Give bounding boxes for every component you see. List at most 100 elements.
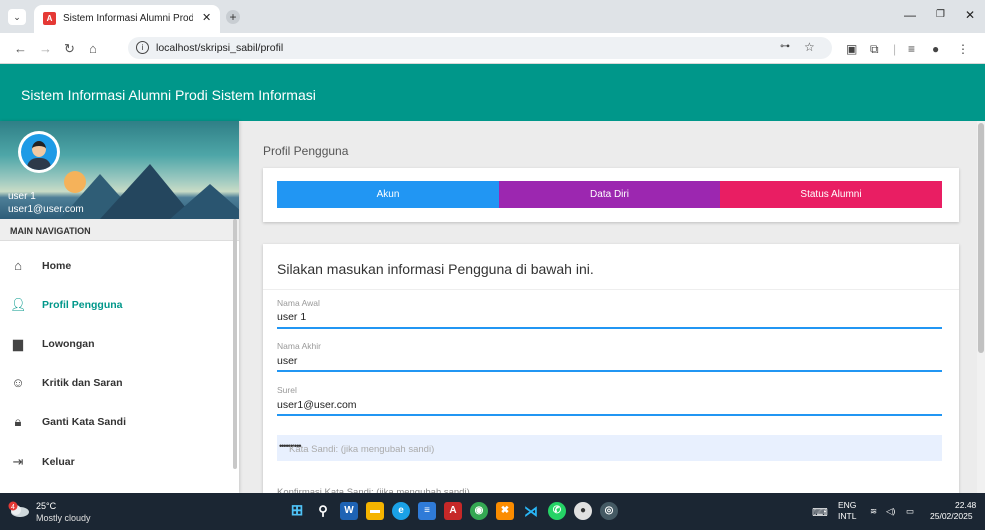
last-name-field[interactable]: user bbox=[277, 355, 297, 367]
forward-icon[interactable]: → bbox=[39, 41, 52, 56]
reading-list-icon[interactable]: ≡ bbox=[908, 42, 915, 56]
sidebar-item-keluar[interactable]: ⇥ Keluar bbox=[0, 443, 239, 481]
cloud-weather-icon[interactable]: 4 bbox=[8, 501, 30, 519]
browser-tab[interactable]: A Sistem Informasi Alumni Prodi S ✕ bbox=[34, 5, 220, 33]
email-label: Surel bbox=[277, 385, 297, 395]
minimize-icon[interactable]: — bbox=[904, 8, 916, 22]
password-key-icon[interactable]: ⊶ bbox=[780, 41, 790, 52]
battery-icon[interactable]: ▭ bbox=[906, 506, 914, 517]
app-title: Sistem Informasi Alumni Prodi Sistem Inf… bbox=[21, 87, 316, 103]
volume-icon[interactable]: ◁) bbox=[886, 506, 895, 517]
language-indicator[interactable]: ENG bbox=[838, 500, 856, 510]
first-name-underline bbox=[277, 327, 942, 329]
tab-close-button[interactable]: ✕ bbox=[202, 11, 211, 24]
password-field[interactable]: •••••••••• Kata Sandi: (jika mengubah sa… bbox=[277, 435, 942, 461]
url-text[interactable]: localhost/skripsi_sabil/profil bbox=[156, 42, 283, 54]
extension-icon[interactable]: ▣ bbox=[846, 42, 857, 56]
tablet-keyboard-icon[interactable]: ⌨ bbox=[812, 506, 828, 519]
page-scrollbar-thumb[interactable] bbox=[978, 123, 984, 353]
home-icon: ⌂ bbox=[14, 258, 22, 273]
taskbar: 4 25°C Mostly cloudy ⊞ ⚲ W ▬ e ≡ A ◉ ✖ ⋊… bbox=[0, 493, 985, 530]
weather-temperature[interactable]: 25°C bbox=[36, 501, 56, 511]
banner-mountain-decoration bbox=[170, 184, 239, 219]
reload-icon[interactable]: ↻ bbox=[64, 41, 75, 57]
file-explorer-icon[interactable]: ▬ bbox=[366, 502, 384, 520]
app-icon[interactable]: ● bbox=[574, 502, 592, 520]
email-field[interactable]: user1@user.com bbox=[277, 399, 357, 411]
profile-form-card: Silakan masukan informasi Pengguna di ba… bbox=[263, 244, 959, 504]
browser-toolbar: ← → ↻ ⌂ i localhost/skripsi_sabil/profil… bbox=[0, 33, 985, 64]
notepad-icon[interactable]: ≡ bbox=[418, 502, 436, 520]
xampp-icon[interactable]: ✖ bbox=[496, 502, 514, 520]
form-heading: Silakan masukan informasi Pengguna di ba… bbox=[277, 261, 594, 277]
weather-alert-badge: 4 bbox=[11, 504, 15, 511]
clock-time[interactable]: 22.48 bbox=[955, 500, 976, 510]
sidebar-item-kritik-dan-saran[interactable]: ☺ Kritik dan Saran bbox=[0, 364, 239, 402]
new-tab-button[interactable]: + bbox=[226, 10, 240, 24]
avatar[interactable] bbox=[18, 131, 60, 173]
email-underline bbox=[277, 414, 942, 416]
user-panel: user 1 user1@user.com bbox=[0, 121, 239, 219]
edge-browser-icon[interactable]: e bbox=[392, 502, 410, 520]
whatsapp-icon[interactable]: ✆ bbox=[548, 502, 566, 520]
back-icon[interactable]: ← bbox=[14, 41, 27, 56]
profile-icon[interactable]: ● bbox=[932, 42, 939, 56]
avatar-image bbox=[21, 134, 57, 170]
search-icon[interactable]: ⚲ bbox=[314, 502, 332, 520]
chrome-active-icon[interactable]: ◎ bbox=[600, 502, 618, 520]
last-name-underline bbox=[277, 370, 942, 372]
start-windows-icon[interactable]: ⊞ bbox=[288, 502, 306, 520]
sidebar-item-label: Ganti Kata Sandi bbox=[42, 416, 127, 428]
home-browser-icon[interactable]: ⌂ bbox=[89, 41, 97, 56]
person-icon: 👤︎ bbox=[10, 297, 27, 312]
extensions-puzzle-icon[interactable]: ⧉ bbox=[870, 42, 879, 57]
clock-date[interactable]: 25/02/2025 bbox=[930, 511, 973, 521]
form-divider bbox=[263, 289, 959, 290]
first-name-field[interactable]: user 1 bbox=[277, 311, 306, 323]
sidebar-item-profil-pengguna[interactable]: 👤︎ Profil Pengguna bbox=[0, 286, 239, 324]
tab-title: Sistem Informasi Alumni Prodi S bbox=[63, 13, 193, 24]
chrome-icon[interactable]: ◉ bbox=[470, 502, 488, 520]
access-app-icon[interactable]: A bbox=[444, 502, 462, 520]
vscode-icon[interactable]: ⋊ bbox=[522, 502, 540, 520]
window-close-icon[interactable]: ✕ bbox=[965, 8, 975, 22]
sidebar-scrollbar[interactable] bbox=[233, 219, 237, 469]
sidebar-item-home[interactable]: ⌂ Home bbox=[0, 247, 239, 285]
lock-icon: 🔒︎ bbox=[14, 414, 22, 429]
sidebar: user 1 user1@user.com MAIN NAVIGATION ⌂ … bbox=[0, 121, 239, 493]
sidebar-item-lowongan[interactable]: ▆ Lowongan bbox=[0, 325, 239, 363]
nav-header: MAIN NAVIGATION bbox=[0, 219, 239, 241]
nav-header-label: MAIN NAVIGATION bbox=[10, 226, 91, 236]
sidebar-item-ganti-kata-sandi[interactable]: 🔒︎ Ganti Kata Sandi bbox=[0, 403, 239, 441]
tab-search-chevron-icon[interactable]: ⌄ bbox=[8, 9, 26, 25]
sidebar-item-label: Lowongan bbox=[42, 338, 95, 350]
user-name: user 1 bbox=[8, 191, 36, 202]
favicon-icon: A bbox=[43, 12, 56, 25]
browser-tab-bar: ⌄ A Sistem Informasi Alumni Prodi S ✕ + … bbox=[0, 0, 985, 33]
address-bar[interactable]: i localhost/skripsi_sabil/profil ⊶ ☆ bbox=[128, 37, 832, 59]
sidebar-item-label: Home bbox=[42, 260, 72, 272]
tab-akun[interactable]: Akun bbox=[277, 181, 499, 208]
weather-description[interactable]: Mostly cloudy bbox=[36, 513, 91, 523]
sidebar-item-label: Profil Pengguna bbox=[42, 299, 123, 311]
app-header: Sistem Informasi Alumni Prodi Sistem Inf… bbox=[0, 64, 985, 121]
language-layout[interactable]: INTL bbox=[838, 511, 856, 521]
profile-tabs-card: Akun Data Diri Status Alumni bbox=[263, 168, 959, 222]
first-name-label: Nama Awal bbox=[277, 298, 320, 308]
site-info-icon[interactable]: i bbox=[136, 41, 149, 54]
tab-status-alumni[interactable]: Status Alumni bbox=[720, 181, 942, 208]
wifi-icon[interactable]: ≋ bbox=[870, 506, 877, 517]
page-scrollbar[interactable] bbox=[977, 121, 985, 493]
sidebar-item-label: Keluar bbox=[42, 456, 75, 468]
restore-icon[interactable]: ❐ bbox=[936, 9, 945, 20]
user-email: user1@user.com bbox=[8, 204, 84, 215]
word-app-icon[interactable]: W bbox=[340, 502, 358, 520]
last-name-label: Nama Akhir bbox=[277, 341, 321, 351]
browser-menu-icon[interactable]: ⋮ bbox=[957, 42, 969, 56]
tab-data-diri[interactable]: Data Diri bbox=[499, 181, 720, 208]
briefcase-icon: ▆ bbox=[13, 336, 23, 351]
logout-icon: ⇥ bbox=[12, 454, 24, 469]
sidebar-item-label: Kritik dan Saran bbox=[42, 377, 123, 389]
toolbar-divider: | bbox=[893, 42, 897, 56]
bookmark-star-icon[interactable]: ☆ bbox=[804, 40, 815, 54]
